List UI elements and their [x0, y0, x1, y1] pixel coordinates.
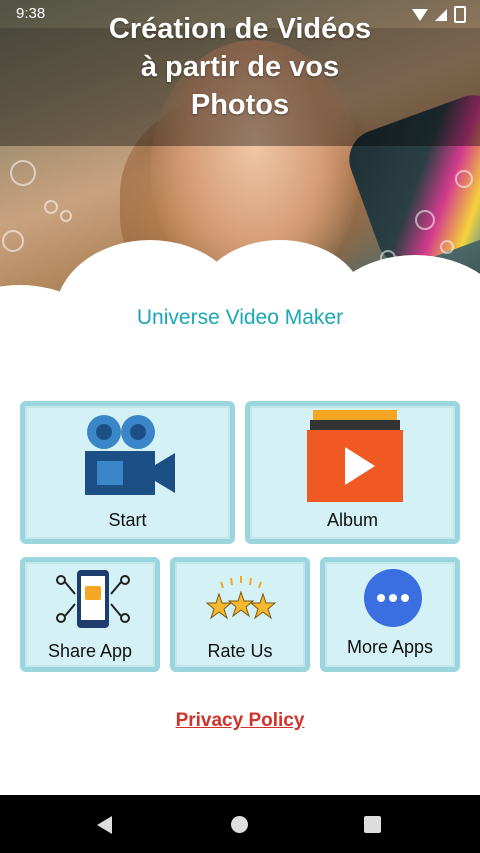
more-apps-label: More Apps: [346, 637, 434, 657]
home-icon[interactable]: [231, 816, 248, 833]
bubble: [60, 210, 72, 222]
bubble: [2, 230, 24, 252]
album-label: Album: [326, 510, 379, 530]
bubble: [455, 170, 473, 188]
navigation-bar: [0, 795, 480, 853]
start-button[interactable]: Start: [20, 401, 235, 544]
more-dots-icon: [364, 569, 422, 627]
privacy-policy-link[interactable]: Privacy Policy: [0, 710, 480, 732]
page-title: Création de Vidéos à partir de vos Photo…: [0, 10, 480, 124]
stars-icon: [205, 576, 277, 620]
back-icon[interactable]: [97, 816, 112, 834]
start-label: Start: [108, 510, 147, 530]
title-line-2: à partir de vos: [140, 51, 340, 83]
video-camera-icon: [85, 415, 175, 495]
rate-us-button[interactable]: Rate Us: [170, 557, 310, 672]
title-line-1: Création de Vidéos: [108, 13, 372, 45]
recents-icon[interactable]: [364, 816, 381, 833]
rate-us-label: Rate Us: [207, 641, 273, 661]
album-button[interactable]: Album: [245, 401, 460, 544]
title-line-3: Photos: [190, 89, 290, 121]
bubble: [415, 210, 435, 230]
bubble: [10, 160, 36, 186]
share-app-label: Share App: [47, 641, 133, 661]
bubble: [44, 200, 58, 214]
bubble: [440, 240, 454, 254]
album-play-icon: [307, 410, 403, 502]
share-phone-icon: [56, 570, 130, 628]
app-name: Universe Video Maker: [136, 306, 344, 329]
share-app-button[interactable]: Share App: [20, 557, 160, 672]
more-apps-button[interactable]: More Apps: [320, 557, 460, 672]
